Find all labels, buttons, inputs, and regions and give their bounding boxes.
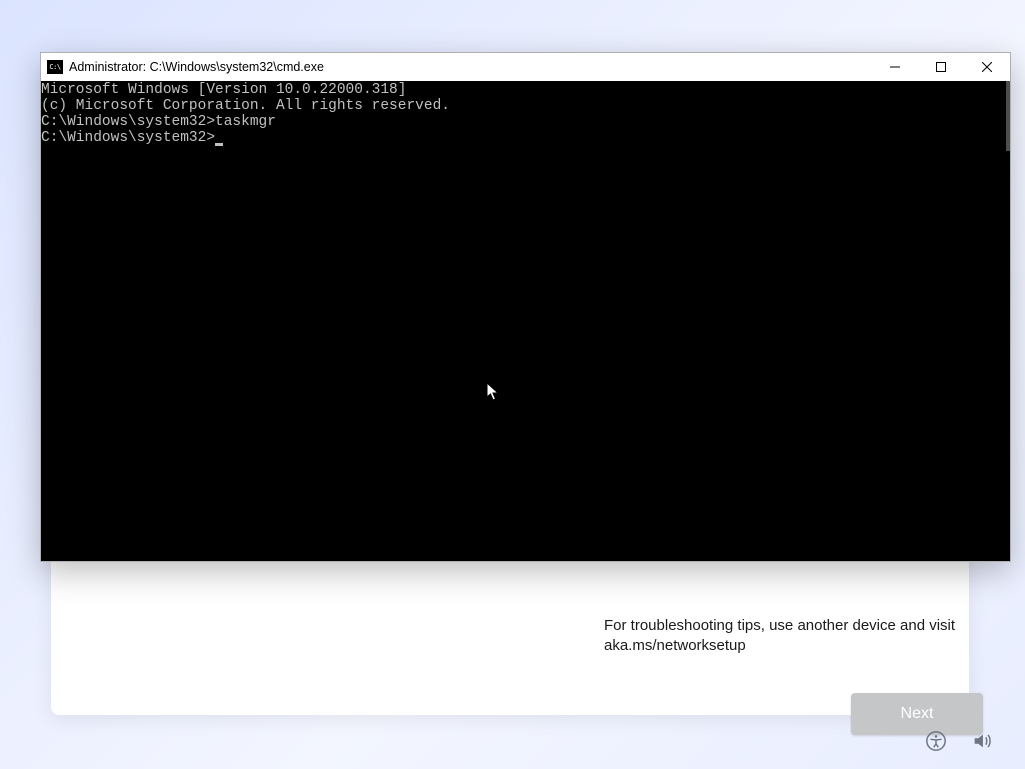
maximize-button[interactable]: [918, 53, 964, 81]
line-copyright: (c) Microsoft Corporation. All rights re…: [41, 98, 1010, 114]
line-version: Microsoft Windows [Version 10.0.22000.31…: [41, 82, 1010, 98]
help-line-2: aka.ms/networksetup: [604, 637, 746, 654]
next-button[interactable]: Next: [851, 693, 983, 735]
line-prompt2: C:\Windows\system32>: [41, 130, 1010, 146]
terminal-area[interactable]: Microsoft Windows [Version 10.0.22000.31…: [41, 81, 1010, 561]
minimize-button[interactable]: [872, 53, 918, 81]
terminal-output: Microsoft Windows [Version 10.0.22000.31…: [41, 82, 1010, 146]
scrollbar-thumb[interactable]: [1006, 81, 1010, 151]
accessibility-icon[interactable]: [925, 730, 947, 757]
command-prompt-window: C:\ Administrator: C:\Windows\system32\c…: [40, 52, 1011, 562]
window-title: Administrator: C:\Windows\system32\cmd.e…: [69, 60, 324, 74]
network-help-text: For troubleshooting tips, use another de…: [604, 616, 984, 656]
help-line-1: For troubleshooting tips, use another de…: [604, 617, 955, 634]
system-tray: [925, 730, 993, 757]
close-button[interactable]: [964, 53, 1010, 81]
text-cursor: [215, 143, 223, 146]
next-button-label: Next: [901, 705, 934, 723]
window-titlebar[interactable]: C:\ Administrator: C:\Windows\system32\c…: [41, 53, 1010, 81]
cmd-icon: C:\: [47, 60, 63, 74]
line-prompt1: C:\Windows\system32>taskmgr: [41, 114, 1010, 130]
volume-icon[interactable]: [971, 730, 993, 757]
